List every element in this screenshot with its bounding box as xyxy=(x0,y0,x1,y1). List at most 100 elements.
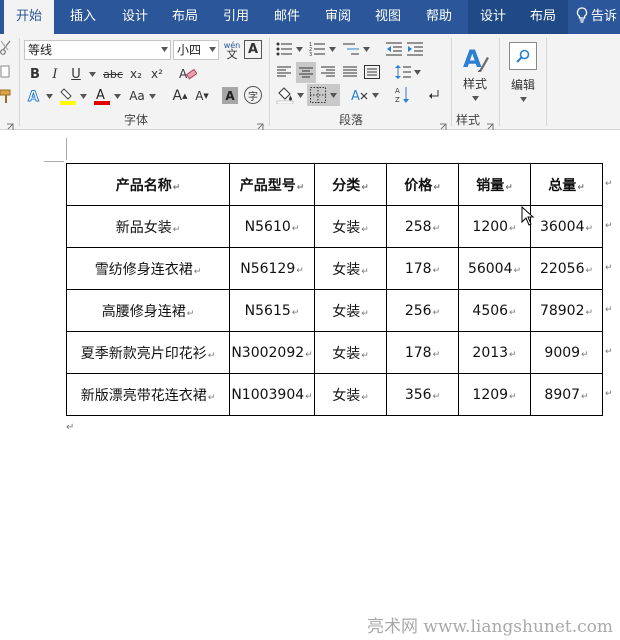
table-cell[interactable]: 女装↵ xyxy=(314,205,387,248)
sort-button[interactable]: AZ xyxy=(394,85,412,105)
table-cell[interactable]: 夏季新款亮片印花衫↵ xyxy=(66,331,230,374)
text-effects-button[interactable]: A xyxy=(26,86,44,106)
shading-button[interactable] xyxy=(275,85,295,105)
strikethrough-button[interactable]: abc xyxy=(101,64,125,84)
font-color-button[interactable]: A xyxy=(92,86,112,106)
shading-dropdown-icon[interactable] xyxy=(297,93,304,100)
table-cell[interactable]: 女装↵ xyxy=(314,373,387,416)
tab-design[interactable]: 设计 xyxy=(112,0,158,34)
table-cell[interactable]: N1003904↵ xyxy=(229,373,315,416)
distributed-button[interactable] xyxy=(363,63,381,81)
paragraph-launcher-icon[interactable] xyxy=(439,116,447,130)
line-spacing-dropdown-icon[interactable] xyxy=(414,70,421,77)
table-cell[interactable]: 2013↵ xyxy=(458,331,531,374)
font-launcher-icon[interactable] xyxy=(256,116,264,130)
line-spacing-button[interactable] xyxy=(394,63,412,81)
superscript-button[interactable]: x² xyxy=(148,64,166,84)
justify-button[interactable] xyxy=(341,63,359,81)
table-header-cell[interactable]: 产品型号↵ xyxy=(229,163,315,206)
decrease-indent-button[interactable] xyxy=(385,40,403,58)
clipboard-launcher-icon[interactable] xyxy=(6,116,14,130)
table-cell[interactable]: 1200↵ xyxy=(458,205,531,248)
table-cell[interactable]: 178↵ xyxy=(386,247,459,290)
table-header-cell[interactable]: 分类↵ xyxy=(314,163,387,206)
bold-button[interactable]: B xyxy=(26,64,44,84)
table-cell[interactable]: N56129↵ xyxy=(229,247,315,290)
table-cell[interactable]: 雪纺修身连衣裙↵ xyxy=(66,247,230,290)
grow-font-button[interactable]: A ▲ xyxy=(170,86,190,106)
table-header-cell[interactable]: 销量↵ xyxy=(458,163,531,206)
tab-mailings[interactable]: 邮件 xyxy=(264,0,310,34)
change-case-button[interactable]: Aa xyxy=(126,86,148,106)
align-right-button[interactable] xyxy=(319,63,337,81)
table-cell[interactable]: 22056↵ xyxy=(530,247,603,290)
table-cell[interactable]: N5615↵ xyxy=(229,289,315,332)
highlight-dropdown-icon[interactable] xyxy=(80,94,87,101)
multilevel-list-button[interactable] xyxy=(342,40,360,58)
table-cell[interactable]: 78902↵ xyxy=(530,289,603,332)
table-cell[interactable]: N5610↵ xyxy=(229,205,315,248)
tab-references[interactable]: 引用 xyxy=(213,0,259,34)
table-cell[interactable]: 1209↵ xyxy=(458,373,531,416)
shrink-font-button[interactable]: A ▼ xyxy=(192,86,212,106)
table-header-cell[interactable]: 总量↵ xyxy=(530,163,603,206)
text-effects-dropdown-icon[interactable] xyxy=(46,94,53,101)
font-size-combo[interactable]: 小四 xyxy=(173,40,219,60)
tab-view[interactable]: 视图 xyxy=(365,0,411,34)
underline-button[interactable]: U xyxy=(67,64,85,84)
cut-icon[interactable] xyxy=(0,40,12,56)
subscript-button[interactable]: x₂ xyxy=(127,64,145,84)
table-cell[interactable]: 56004↵ xyxy=(458,247,531,290)
tab-layout[interactable]: 布局 xyxy=(162,0,208,34)
table-cell[interactable]: 女装↵ xyxy=(314,289,387,332)
table-cell[interactable]: 8907↵ xyxy=(530,373,603,416)
show-hide-marks-button[interactable] xyxy=(426,85,442,105)
character-border-button[interactable]: A xyxy=(244,40,262,59)
bullets-dropdown-icon[interactable] xyxy=(296,47,303,54)
table-header-cell[interactable]: 价格↵ xyxy=(386,163,459,206)
font-name-combo[interactable]: 等线 xyxy=(24,40,171,60)
clear-formatting-button[interactable]: A xyxy=(178,64,198,84)
styles-button[interactable]: A 样式 xyxy=(459,40,491,104)
table-cell[interactable]: 258↵ xyxy=(386,205,459,248)
borders-button[interactable] xyxy=(307,84,340,106)
bullets-button[interactable] xyxy=(275,40,293,58)
highlight-button[interactable] xyxy=(58,86,78,106)
tab-table-design[interactable]: 设计 xyxy=(468,0,518,34)
numbering-dropdown-icon[interactable] xyxy=(329,47,336,54)
tab-home[interactable]: 开始 xyxy=(4,0,54,34)
table-cell[interactable]: N3002092↵ xyxy=(229,331,315,374)
table-cell[interactable]: 4506↵ xyxy=(458,289,531,332)
tab-review[interactable]: 审阅 xyxy=(315,0,361,34)
format-painter-icon[interactable] xyxy=(0,88,14,104)
italic-button[interactable]: I xyxy=(46,64,64,84)
table-cell[interactable]: 女装↵ xyxy=(314,331,387,374)
tab-table-layout[interactable]: 布局 xyxy=(518,0,568,34)
tab-insert[interactable]: 插入 xyxy=(60,0,106,34)
align-center-button[interactable] xyxy=(296,62,316,83)
copy-icon[interactable] xyxy=(0,64,12,80)
phonetic-guide-button[interactable]: wén 文 xyxy=(222,39,242,61)
asian-layout-button[interactable]: A xyxy=(350,85,370,105)
table-cell[interactable]: 新品女装↵ xyxy=(66,205,230,248)
align-left-button[interactable] xyxy=(275,63,293,81)
editing-button[interactable]: 编辑 xyxy=(506,40,540,104)
character-shading-button[interactable]: A xyxy=(222,87,238,104)
tab-help[interactable]: 帮助 xyxy=(416,0,462,34)
table-cell[interactable]: 女装↵ xyxy=(314,247,387,290)
table-cell[interactable]: 178↵ xyxy=(386,331,459,374)
increase-indent-button[interactable] xyxy=(406,40,424,58)
underline-dropdown-icon[interactable] xyxy=(89,72,96,79)
styles-launcher-icon[interactable] xyxy=(486,116,494,130)
table-cell[interactable]: 9009↵ xyxy=(530,331,603,374)
numbering-button[interactable]: 123 xyxy=(308,40,326,58)
table-header-cell[interactable]: 产品名称↵ xyxy=(66,163,230,206)
table-cell[interactable]: 356↵ xyxy=(386,373,459,416)
table-cell[interactable]: 36004↵ xyxy=(530,205,603,248)
enclose-characters-button[interactable]: 字 xyxy=(244,86,262,104)
table-cell[interactable]: 高腰修身连裙↵ xyxy=(66,289,230,332)
multilevel-dropdown-icon[interactable] xyxy=(363,47,370,54)
tell-me-box[interactable]: 告诉 xyxy=(576,0,617,34)
font-color-dropdown-icon[interactable] xyxy=(114,94,121,101)
asian-layout-dropdown-icon[interactable] xyxy=(372,93,379,100)
